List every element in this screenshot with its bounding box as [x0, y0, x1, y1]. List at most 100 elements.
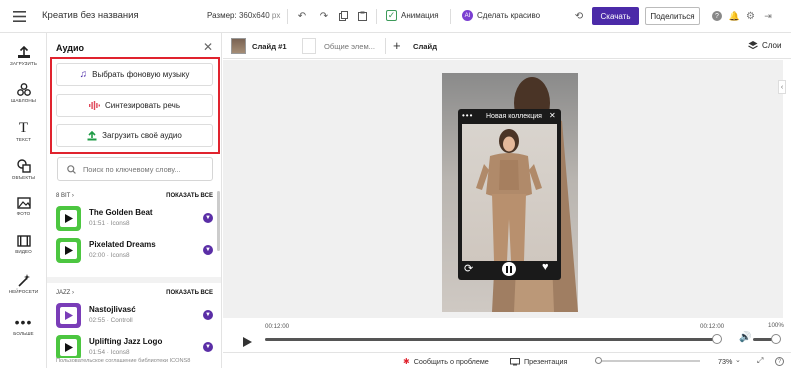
bell-icon[interactable]: 🔔 — [729, 10, 740, 22]
track-add-icon[interactable]: ▼ — [203, 342, 213, 352]
panel-scrollbar[interactable] — [217, 191, 220, 251]
track-add-icon[interactable]: ▼ — [203, 213, 213, 223]
download-button[interactable]: Скачать — [592, 7, 639, 25]
library-footer-link[interactable]: Пользовательское соглашение библиотеки I… — [56, 358, 221, 364]
rail-item-ai[interactable]: НЕЙРОСЕТИ — [0, 274, 47, 294]
size-unit: px — [271, 11, 281, 20]
play-button[interactable] — [243, 334, 252, 352]
play-icon — [64, 214, 73, 223]
slide-tab-current[interactable]: Слайд #1 — [252, 42, 287, 51]
timeline-progress — [265, 338, 720, 341]
zoom-value[interactable]: 73% — [718, 357, 732, 366]
size-value[interactable]: 360x640 — [239, 11, 270, 20]
layers-button[interactable]: Слои — [748, 40, 781, 50]
track-title: Uplifting Jazz Logo — [89, 337, 163, 346]
panel-title: Аудио — [56, 43, 85, 53]
show-all-link[interactable]: ПОКАЗАТЬ ВСЕ — [166, 193, 213, 199]
document-title[interactable]: Креатив без названия — [42, 10, 139, 21]
section-title[interactable]: JAZZ › — [56, 290, 74, 296]
add-slide-label[interactable]: Слайд — [413, 42, 437, 51]
rail-label: ФОТО — [16, 211, 31, 216]
add-slide-icon[interactable]: + — [393, 38, 401, 53]
hamburger-menu-icon[interactable] — [12, 9, 26, 23]
play-icon — [64, 311, 73, 320]
rail-item-upload[interactable]: ЗАГРУЗИТЬ — [0, 46, 47, 66]
divider — [287, 9, 288, 24]
timeline-handle[interactable] — [712, 334, 722, 344]
presentation-label: Презентация — [524, 357, 568, 366]
track-thumbnail[interactable] — [56, 206, 81, 231]
rail-label: ВИДЕО — [15, 249, 32, 254]
speaker-icon[interactable]: 🔊 — [739, 332, 751, 343]
track-title: Pixelated Dreams — [89, 240, 156, 249]
settings-gear-icon[interactable]: ⚙ — [745, 10, 756, 22]
search-box[interactable] — [57, 157, 213, 181]
rail-item-more[interactable]: ••• БОЛЬШЕ — [0, 315, 47, 336]
track-thumbnail[interactable] — [56, 238, 81, 263]
rail-label: ЗАГРУЗИТЬ — [10, 61, 37, 66]
undo-icon[interactable]: ↶ — [296, 10, 308, 22]
common-elements-tab[interactable]: Общие элем... — [324, 42, 375, 51]
animation-toggle[interactable]: ✓ Анимация — [386, 10, 439, 21]
report-problem-link[interactable]: ✱ Сообщить о проблеме — [403, 357, 489, 366]
track-meta: 01:51 · Icons8 — [89, 220, 130, 227]
report-label: Сообщить о проблеме — [413, 357, 489, 366]
beautify-button[interactable]: AI Сделать красиво — [462, 10, 540, 21]
paste-icon[interactable] — [356, 10, 368, 22]
track-add-icon[interactable]: ▼ — [203, 310, 213, 320]
timeline-track[interactable] — [265, 338, 720, 341]
bug-icon: ✱ — [403, 357, 410, 366]
fullscreen-icon[interactable]: ⤢ — [757, 356, 763, 366]
collapse-panel-icon[interactable]: ‹ — [778, 80, 786, 94]
refresh-icon[interactable]: ⟳ — [464, 262, 473, 275]
left-tool-rail: ЗАГРУЗИТЬ ШАБЛОНЫ T ТЕКСТ ОБЪЕКТЫ ФОТО В… — [0, 33, 47, 368]
templates-icon — [16, 83, 31, 96]
copy-icon[interactable] — [337, 10, 349, 22]
rail-item-objects[interactable]: ОБЪЕКТЫ — [0, 159, 47, 180]
rail-item-video[interactable]: ВИДЕО — [0, 235, 47, 254]
rail-label: ШАБЛОНЫ — [11, 98, 36, 103]
section-title[interactable]: 8 BIT › — [56, 193, 74, 199]
track-thumbnail[interactable] — [56, 335, 81, 360]
search-input[interactable] — [82, 164, 212, 174]
video-icon — [16, 235, 31, 247]
rail-item-text[interactable]: T ТЕКСТ — [0, 120, 47, 143]
help-circle-icon[interactable]: ? — [775, 357, 784, 366]
track-title: The Golden Beat — [89, 208, 153, 217]
animation-checkbox[interactable]: ✓ — [386, 10, 397, 21]
slide-thumbnail[interactable] — [231, 38, 246, 54]
top-bar: Креатив без названия Размер: 360x640 px … — [0, 0, 791, 33]
history-icon[interactable]: ⟲ — [573, 10, 585, 22]
track-add-icon[interactable]: ▼ — [203, 245, 213, 255]
presentation-button[interactable]: Презентация — [510, 357, 567, 366]
widget-close-icon[interactable]: ✕ — [549, 111, 556, 120]
track-thumbnail[interactable] — [56, 303, 81, 328]
show-all-link[interactable]: ПОКАЗАТЬ ВСЕ — [166, 290, 213, 296]
help-icon[interactable]: ? — [712, 11, 722, 21]
zoom-dropdown-icon[interactable]: ⌄ — [735, 356, 741, 364]
divider — [385, 38, 386, 54]
play-icon — [64, 343, 73, 352]
zoom-slider[interactable] — [595, 360, 700, 362]
rail-item-photo[interactable]: ФОТО — [0, 197, 47, 216]
track-item[interactable]: Nastojlivasć 02:55 · Controll ▼ — [56, 301, 213, 335]
rail-item-templates[interactable]: ШАБЛОНЫ — [0, 83, 47, 103]
canvas-area: ••• Новая коллекция ✕ ⟳ ♥ ‹ — [223, 60, 786, 318]
redo-icon[interactable]: ↷ — [318, 10, 330, 22]
widget-menu-icon[interactable]: ••• — [462, 111, 473, 120]
beautify-label: Сделать красиво — [477, 11, 541, 20]
pause-button[interactable] — [502, 262, 516, 276]
share-button[interactable]: Поделиться — [645, 7, 700, 25]
track-meta: 02:00 · Icons8 — [89, 252, 130, 259]
exit-icon[interactable]: ⇥ — [762, 10, 774, 22]
zoom-handle[interactable] — [595, 357, 602, 364]
close-icon[interactable]: ✕ — [203, 40, 213, 54]
volume-handle[interactable] — [771, 334, 781, 344]
heart-icon[interactable]: ♥ — [542, 261, 549, 273]
common-elements-thumb[interactable] — [302, 38, 316, 54]
status-bar: ✱ Сообщить о проблеме Презентация 73% ⌄ … — [223, 352, 791, 368]
track-item[interactable]: Pixelated Dreams 02:00 · Icons8 ▼ — [56, 236, 213, 270]
track-item[interactable]: The Golden Beat 01:51 · Icons8 ▼ — [56, 204, 213, 238]
text-icon: T — [18, 120, 29, 136]
play-icon — [64, 246, 73, 255]
